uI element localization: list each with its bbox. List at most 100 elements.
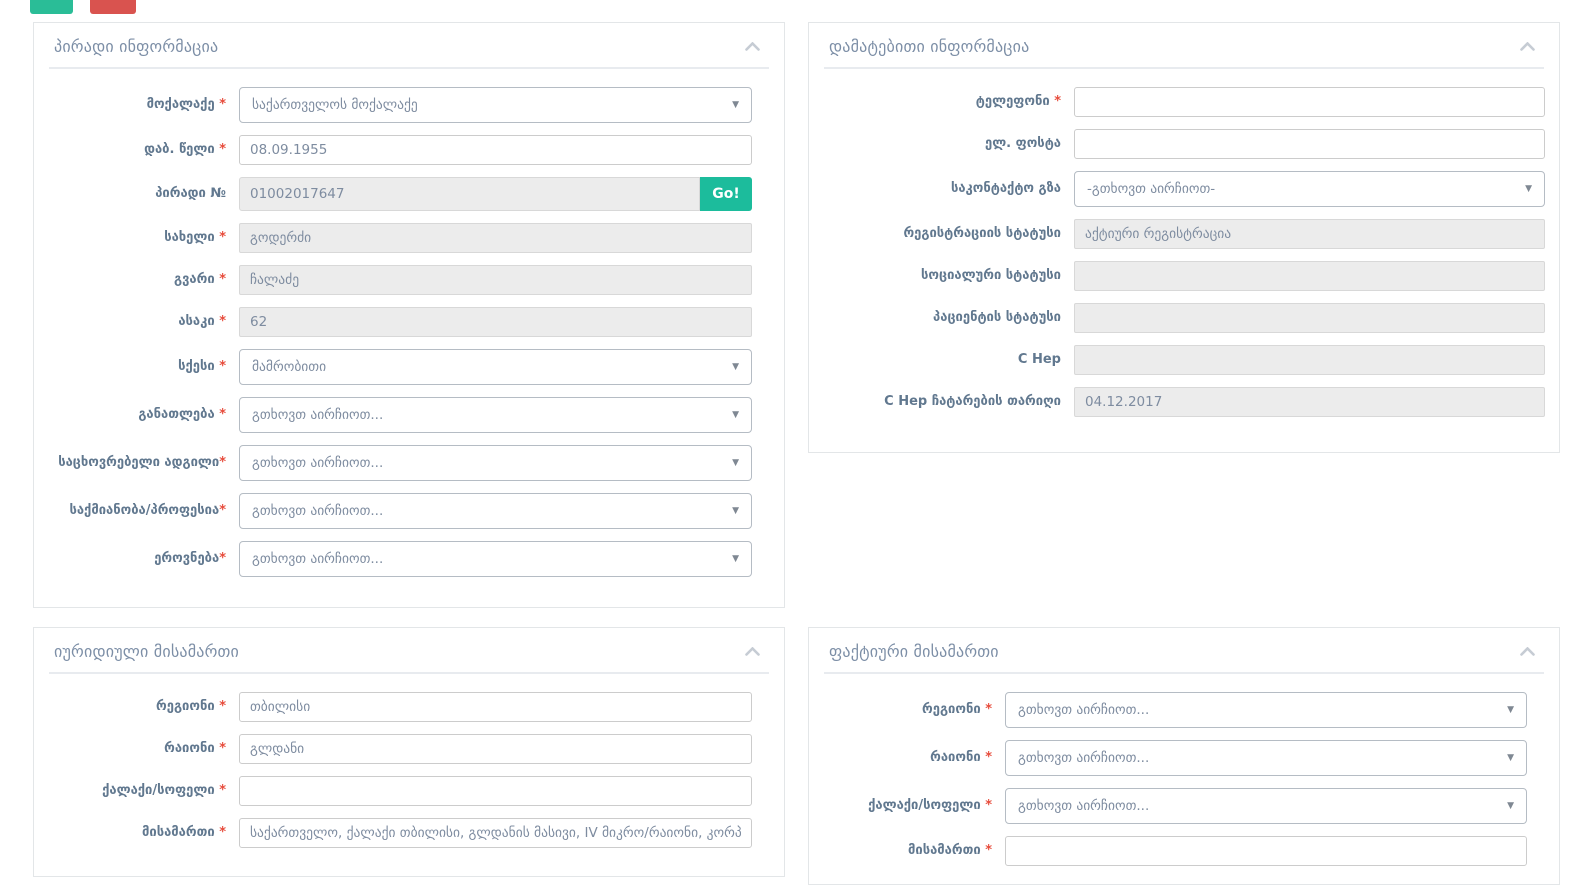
select-value: გთხოვთ აირჩიოთ... — [252, 503, 383, 519]
panel-separator — [49, 672, 769, 674]
field-row: პირადი № 01002017647 Go! — [34, 177, 784, 211]
field-label-text: პირადი № — [155, 186, 226, 201]
legal-region-input[interactable] — [239, 692, 752, 722]
required-asterisk: * — [1050, 94, 1061, 109]
field-label-text: C Hep ჩატარების თარიღი — [884, 394, 1061, 409]
panel-separator — [49, 67, 769, 69]
field-label-text: რეგიონი — [922, 702, 981, 717]
field-row: სახელი * გოდერძი — [34, 223, 784, 253]
field-row: რეგიონი * გთხოვთ აირჩიოთ...▼ — [809, 692, 1559, 728]
required-asterisk: * — [215, 230, 226, 245]
field-label-text: პაციენტის სტატუსი — [933, 310, 1061, 325]
select-value: გთხოვთ აირჩიოთ... — [1018, 798, 1149, 814]
field-label-text: მისამართი — [908, 843, 981, 858]
actual-district-select[interactable]: გთხოვთ აირჩიოთ...▼ — [1005, 740, 1527, 776]
select-value: საქართველოს მოქალაქე — [252, 97, 418, 113]
field-label: მოქალაქე * — [34, 97, 226, 113]
field-label: რაიონი * — [34, 741, 226, 757]
occupation-select[interactable]: გთხოვთ აირჩიოთ...▼ — [239, 493, 752, 529]
field-row: განათლება * გთხოვთ აირჩიოთ... ▼ — [34, 397, 784, 433]
email-input[interactable] — [1074, 129, 1545, 159]
toolbar — [30, 0, 136, 14]
field-label: რეგისტრაციის სტატუსი — [809, 226, 1061, 242]
select-value: -გთხოვთ აირჩიოთ- — [1087, 181, 1215, 197]
field-label-text: რეგიონი — [156, 699, 215, 714]
required-asterisk: * — [219, 455, 226, 470]
required-asterisk: * — [981, 843, 992, 858]
social-status-input — [1074, 261, 1545, 291]
toolbar-green-button[interactable] — [30, 0, 73, 14]
legal-address-input[interactable] — [239, 818, 752, 848]
chevron-up-icon[interactable] — [1518, 645, 1537, 658]
personal-number-input: 01002017647 — [239, 177, 700, 211]
education-select[interactable]: გთხოვთ აირჩიოთ... ▼ — [239, 397, 752, 433]
birth-date-input[interactable] — [239, 135, 752, 165]
chevron-up-icon[interactable] — [1518, 40, 1537, 53]
field-label: დაბ. წელი * — [34, 142, 226, 158]
field-row: საქმიანობა/პროფესია* გთხოვთ აირჩიოთ...▼ — [34, 493, 784, 529]
field-row: საკონტაქტო გზა -გთხოვთ აირჩიოთ- ▼ — [809, 171, 1559, 207]
chevron-up-icon[interactable] — [743, 645, 762, 658]
required-asterisk: * — [219, 503, 226, 518]
gender-select[interactable]: მამრობითი▼ — [239, 349, 752, 385]
field-row: C Hep — [809, 345, 1559, 375]
field-label-text: საცხოვრებელი ადგილი — [58, 455, 219, 470]
field-label-text: ქალაქი/სოფელი — [868, 798, 981, 813]
caret-down-icon: ▼ — [732, 458, 739, 468]
field-label-text: საქმიანობა/პროფესია — [69, 503, 219, 518]
first-name-input: გოდერძი — [239, 223, 752, 253]
age-input: 62 — [239, 307, 752, 337]
actual-address-input[interactable] — [1005, 836, 1527, 866]
field-label: ეროვნება* — [34, 551, 226, 567]
field-row: სქესი * მამრობითი▼ — [34, 349, 784, 385]
required-asterisk: * — [215, 142, 226, 157]
panel-separator — [824, 67, 1544, 69]
panel-personal-info: პირადი ინფორმაცია მოქალაქე * საქართველოს… — [33, 22, 785, 608]
actual-city-select[interactable]: გთხოვთ აირჩიოთ...▼ — [1005, 788, 1527, 824]
go-button[interactable]: Go! — [700, 177, 752, 211]
required-asterisk: * — [981, 798, 992, 813]
field-row: საცხოვრებელი ადგილი* გთხოვთ აირჩიოთ... ▼ — [34, 445, 784, 481]
field-label-text: საკონტაქტო გზა — [951, 181, 1061, 196]
field-label: მისამართი * — [34, 825, 226, 841]
field-row: მოქალაქე * საქართველოს მოქალაქე▼ — [34, 87, 784, 123]
field-label: საქმიანობა/პროფესია* — [34, 503, 226, 519]
select-value: მამრობითი — [252, 359, 326, 375]
panel-header: იურიდიული მისამართი — [34, 628, 784, 672]
caret-down-icon: ▼ — [1525, 184, 1532, 194]
registration-status-input: აქტიური რეგისტრაცია — [1074, 219, 1545, 249]
toolbar-red-button[interactable] — [90, 0, 136, 14]
caret-down-icon: ▼ — [732, 554, 739, 564]
panel-additional-info: დამატებითი ინფორმაცია ტელეფონი * ელ. ფოს… — [808, 22, 1560, 453]
field-label: ქალაქი/სოფელი * — [34, 783, 226, 799]
nationality-select[interactable]: გთხოვთ აირჩიოთ...▼ — [239, 541, 752, 577]
citizen-select[interactable]: საქართველოს მოქალაქე▼ — [239, 87, 752, 123]
panel-title: დამატებითი ინფორმაცია — [829, 37, 1029, 56]
required-asterisk: * — [215, 359, 226, 374]
field-row: ტელეფონი * — [809, 87, 1559, 117]
select-value: გთხოვთ აირჩიოთ... — [252, 455, 383, 471]
actual-region-select[interactable]: გთხოვთ აირჩიოთ...▼ — [1005, 692, 1527, 728]
select-value: გთხოვთ აირჩიოთ... — [1018, 750, 1149, 766]
field-row: პაციენტის სტატუსი — [809, 303, 1559, 333]
patient-status-input — [1074, 303, 1545, 333]
chevron-up-icon[interactable] — [743, 40, 762, 53]
field-row: რაიონი * — [34, 734, 784, 764]
field-label: რაიონი * — [809, 750, 992, 766]
contact-way-select[interactable]: -გთხოვთ აირჩიოთ- ▼ — [1074, 171, 1545, 207]
field-label: პირადი № — [34, 186, 226, 202]
legal-city-input[interactable] — [239, 776, 752, 806]
caret-down-icon: ▼ — [732, 410, 739, 420]
field-row: ასაკი * 62 — [34, 307, 784, 337]
residence-place-select[interactable]: გთხოვთ აირჩიოთ... ▼ — [239, 445, 752, 481]
field-label: ასაკი * — [34, 314, 226, 330]
field-row: C Hep ჩატარების თარიღი 04.12.2017 — [809, 387, 1559, 417]
select-value: გთხოვთ აირჩიოთ... — [252, 407, 383, 423]
field-label-text: რაიონი — [930, 750, 981, 765]
legal-district-input[interactable] — [239, 734, 752, 764]
field-label-text: ტელეფონი — [976, 94, 1050, 109]
field-label-text: C Hep — [1018, 352, 1061, 367]
field-label: განათლება * — [34, 407, 226, 423]
phone-input[interactable] — [1074, 87, 1545, 117]
field-row: ქალაქი/სოფელი * — [34, 776, 784, 806]
